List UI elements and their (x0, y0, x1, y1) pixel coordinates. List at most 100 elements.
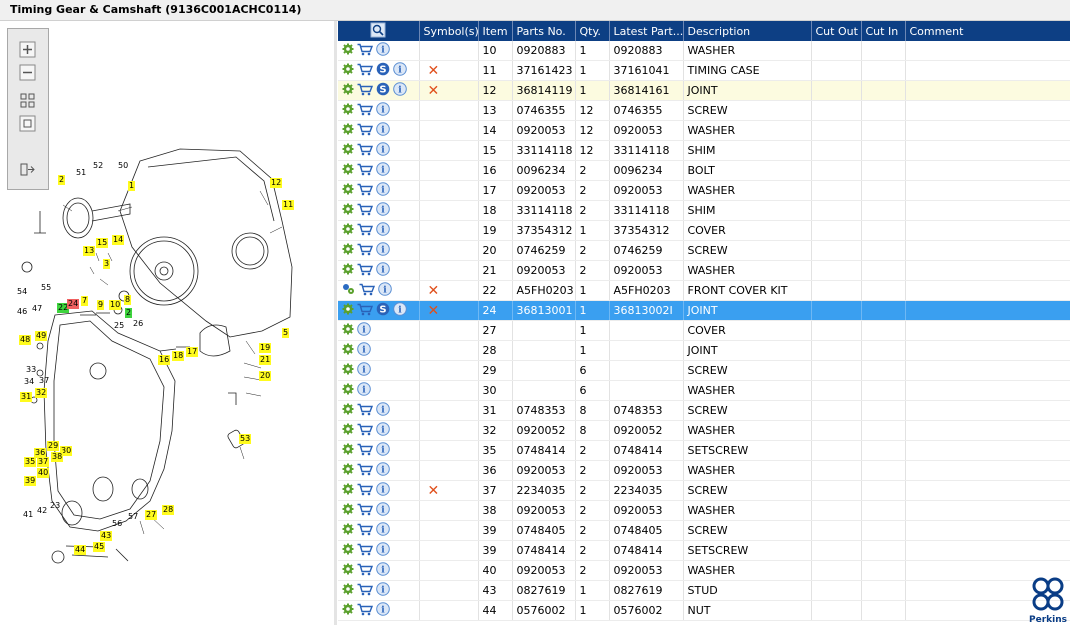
column-header-actions[interactable] (338, 21, 420, 41)
callout[interactable]: 8 (124, 295, 132, 305)
callout[interactable]: 46 (16, 307, 28, 317)
add-to-cart-icon[interactable] (357, 143, 374, 159)
callout[interactable]: 14 (112, 235, 125, 245)
info-icon[interactable]: i (357, 382, 371, 399)
info-icon[interactable]: i (393, 302, 407, 319)
info-icon[interactable]: i (376, 262, 390, 279)
info-icon[interactable]: i (376, 222, 390, 239)
callout[interactable]: 34 (23, 377, 35, 387)
callout[interactable]: 25 (113, 321, 125, 331)
zoom-out-icon[interactable] (19, 64, 36, 81)
callout[interactable]: 38 (51, 452, 64, 462)
callout[interactable]: 39 (24, 476, 37, 486)
add-to-cart-icon[interactable] (357, 543, 374, 559)
add-to-cart-icon[interactable] (357, 563, 374, 579)
table-row[interactable]: i 21 0920053 2 0920053 WASHER (338, 260, 1070, 281)
info-icon[interactable]: i (393, 62, 407, 79)
info-icon[interactable]: i (393, 82, 407, 99)
add-to-cart-icon[interactable] (357, 103, 374, 119)
callout[interactable]: 26 (132, 319, 144, 329)
info-icon[interactable]: i (376, 462, 390, 479)
info-icon[interactable]: i (376, 442, 390, 459)
callout[interactable]: 21 (259, 355, 272, 365)
table-row[interactable]: i 30 6 WASHER (338, 380, 1070, 401)
info-icon[interactable]: i (376, 562, 390, 579)
callout[interactable]: 7 (81, 296, 89, 306)
gear-icon[interactable] (342, 163, 354, 178)
gear-icon[interactable] (342, 303, 354, 318)
table-row[interactable]: i ✕ 22 A5FH0203 1 A5FH0203 FRONT COVER KIT (338, 280, 1070, 301)
table-row[interactable]: i 39 0748414 2 0748414 SETSCREW (338, 540, 1070, 561)
info-icon[interactable]: i (376, 242, 390, 259)
table-row[interactable]: i 35 0748414 2 0748414 SETSCREW (338, 440, 1070, 461)
table-row[interactable]: i 13 0746355 12 0746355 SCREW (338, 100, 1070, 121)
callout[interactable]: 56 (111, 519, 123, 529)
table-row[interactable]: i 44 0576002 1 0576002 NUT (338, 600, 1070, 621)
gear-icon[interactable] (342, 383, 354, 398)
callout[interactable]: 16 (158, 355, 171, 365)
gear-icon[interactable] (342, 503, 354, 518)
table-row[interactable]: i 29 6 SCREW (338, 360, 1070, 381)
table-row[interactable]: i 10 0920883 1 0920883 WASHER (338, 41, 1070, 61)
callout[interactable]: 55 (40, 283, 52, 293)
callout[interactable]: 37 (38, 376, 50, 386)
table-row[interactable]: i 17 0920053 2 0920053 WASHER (338, 180, 1070, 201)
callout[interactable]: 27 (145, 510, 158, 520)
gear-icon[interactable] (342, 143, 354, 158)
callout[interactable]: 40 (37, 468, 50, 478)
callout[interactable]: 42 (36, 506, 48, 516)
gear-icon[interactable] (342, 83, 354, 98)
table-row[interactable]: i 19 37354312 1 37354312 COVER (338, 220, 1070, 241)
add-to-cart-icon[interactable] (359, 283, 376, 299)
table-row[interactable]: i 15 33114118 12 33114118 SHIM (338, 140, 1070, 161)
gear-icon[interactable] (342, 323, 354, 338)
gear-icon[interactable] (342, 123, 354, 138)
add-to-cart-icon[interactable] (357, 583, 374, 599)
callout[interactable]: 20 (259, 371, 272, 381)
table-row[interactable]: i 28 1 JOINT (338, 340, 1070, 361)
gear-icon[interactable] (342, 203, 354, 218)
add-to-cart-icon[interactable] (357, 83, 374, 99)
gear-icon[interactable] (342, 103, 354, 118)
info-icon[interactable]: i (376, 482, 390, 499)
add-to-cart-icon[interactable] (357, 123, 374, 139)
callout[interactable]: 2 (125, 308, 133, 318)
gear-icon[interactable] (342, 243, 354, 258)
gear-icon[interactable] (342, 583, 354, 598)
callout[interactable]: 35 (24, 457, 37, 467)
callout[interactable]: 48 (19, 335, 32, 345)
callout[interactable]: 10 (109, 300, 122, 310)
gear-icon[interactable] (342, 603, 354, 618)
fit-page-icon[interactable] (19, 92, 36, 109)
column-header-latest-part[interactable]: Latest Part... (609, 21, 684, 41)
callout[interactable]: 44 (74, 545, 87, 555)
add-to-cart-icon[interactable] (357, 183, 374, 199)
add-to-cart-icon[interactable] (357, 263, 374, 279)
info-icon[interactable]: i (376, 202, 390, 219)
callout[interactable]: 19 (259, 343, 272, 353)
add-to-cart-icon[interactable] (357, 303, 374, 319)
callout[interactable]: 41 (22, 510, 34, 520)
table-row[interactable]: i 18 33114118 2 33114118 SHIM (338, 200, 1070, 221)
add-to-cart-icon[interactable] (357, 523, 374, 539)
table-row[interactable]: i 36 0920053 2 0920053 WASHER (338, 460, 1070, 481)
callout[interactable]: 23 (49, 501, 61, 511)
gear-icon[interactable] (342, 183, 354, 198)
info-icon[interactable]: i (376, 582, 390, 599)
table-row[interactable]: i 20 0746259 2 0746259 SCREW (338, 240, 1070, 261)
add-to-cart-icon[interactable] (357, 403, 374, 419)
add-to-cart-icon[interactable] (357, 443, 374, 459)
callout[interactable]: 54 (16, 287, 28, 297)
column-header-comment[interactable]: Comment (905, 21, 1070, 41)
table-row[interactable]: i 32 0920052 8 0920052 WASHER (338, 420, 1070, 441)
add-to-cart-icon[interactable] (357, 163, 374, 179)
callout[interactable]: 18 (172, 351, 185, 361)
panel-splitter[interactable] (334, 21, 337, 625)
add-to-cart-icon[interactable] (357, 203, 374, 219)
info-icon[interactable]: i (376, 142, 390, 159)
table-row[interactable]: i 31 0748353 8 0748353 SCREW (338, 400, 1070, 421)
gear-icon[interactable] (342, 43, 354, 58)
callout[interactable]: 11 (282, 200, 295, 210)
supersession-icon[interactable]: S (376, 302, 390, 319)
callout[interactable]: 33 (25, 365, 37, 375)
